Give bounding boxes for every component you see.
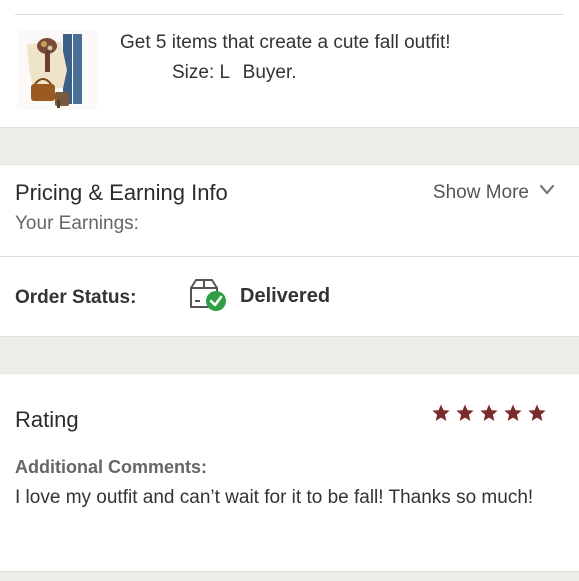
star-rating: [431, 403, 547, 423]
order-status-row: Order Status: Delivered: [0, 257, 579, 335]
additional-comments-text: I love my outfit and can’t wait for it t…: [15, 487, 534, 508]
order-item-card[interactable]: Get 5 items that create a cute fall outf…: [0, 0, 579, 127]
outfit-image: [17, 30, 97, 110]
pricing-section: Pricing & Earning Info Show More Your Ea…: [0, 164, 579, 256]
section-separator: [0, 127, 579, 165]
section-separator: [0, 336, 579, 374]
order-status-value: Delivered: [240, 285, 331, 307]
outfit-thumbnail[interactable]: [17, 30, 97, 110]
chevron-down-icon: [539, 180, 555, 202]
buyer-label: Buyer.: [242, 62, 297, 83]
star-icon: [479, 403, 499, 423]
star-icon: [503, 403, 523, 423]
show-more-label: Show More: [432, 182, 529, 203]
divider: [15, 14, 564, 15]
item-meta: Size: L Buyer.: [172, 62, 297, 84]
star-icon: [455, 403, 475, 423]
star-icon: [431, 403, 451, 423]
star-icon: [527, 403, 547, 423]
item-title: Get 5 items that create a cute fall outf…: [120, 32, 451, 53]
rating-section: Rating Additional Comments: I love my ou…: [0, 373, 579, 570]
your-earnings-label: Your Earnings:: [15, 213, 139, 234]
package-delivered-icon: [188, 276, 228, 312]
order-status-label: Order Status:: [15, 287, 137, 308]
additional-comments-label: Additional Comments:: [15, 457, 207, 477]
order-detail-screen: Get 5 items that create a cute fall outf…: [0, 0, 579, 581]
show-more-button[interactable]: Show More: [433, 182, 555, 204]
item-size: Size: L: [172, 62, 230, 83]
rating-title: Rating: [15, 407, 79, 432]
pricing-title: Pricing & Earning Info: [15, 180, 228, 205]
